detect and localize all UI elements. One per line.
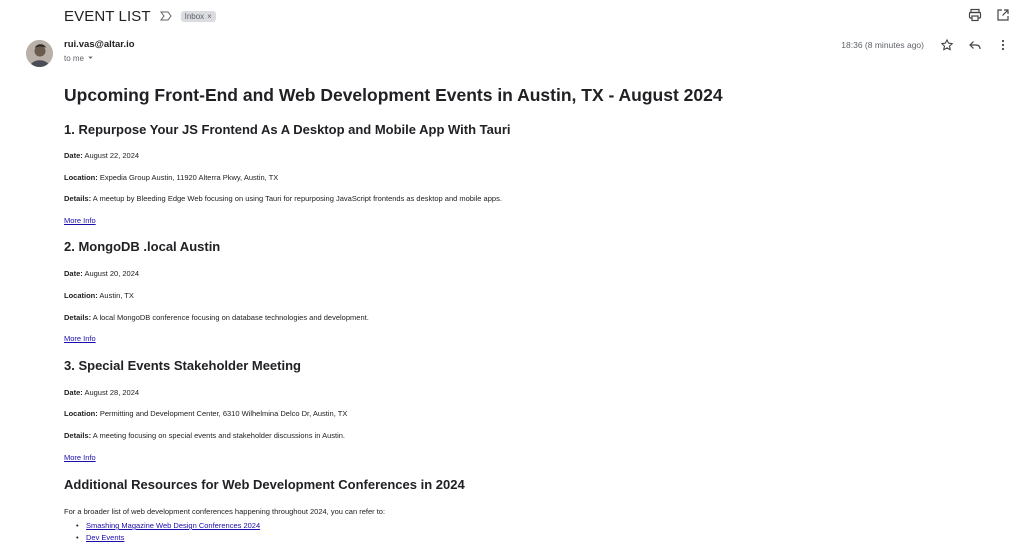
message-timestamp: 18:36 (8 minutes ago) <box>841 40 924 50</box>
message-meta: 18:36 (8 minutes ago) <box>841 38 1010 52</box>
event-heading: 2. MongoDB .local Austin <box>64 239 221 254</box>
date-label: Date: <box>64 388 83 397</box>
location-value: Austin, TX <box>99 291 134 300</box>
email-title: Upcoming Front-End and Web Development E… <box>64 85 723 105</box>
importance-marker-icon[interactable] <box>159 9 173 23</box>
details-label: Details: <box>64 431 92 440</box>
inbox-label-text: Inbox <box>184 11 205 21</box>
print-icon[interactable] <box>968 8 982 22</box>
date-label: Date: <box>64 151 83 160</box>
sender-email[interactable]: rui.vas@altar.io <box>64 39 135 50</box>
date-value: August 22, 2024 <box>84 151 140 160</box>
subject-row: EVENT LIST Inbox × <box>64 6 216 26</box>
event-details: Details: A meeting focusing on special e… <box>64 431 345 441</box>
event-date: Date: August 28, 2024 <box>64 388 139 398</box>
details-value: A local MongoDB conference focusing on d… <box>92 313 369 322</box>
more-info-link[interactable]: More Info <box>64 334 96 344</box>
details-value: A meetup by Bleeding Edge Web focusing o… <box>92 194 502 203</box>
email-body: Upcoming Front-End and Web Development E… <box>64 84 984 543</box>
recipient-details-toggle[interactable]: to me <box>64 53 95 64</box>
avatar[interactable] <box>26 40 53 67</box>
event-location: Location: Austin, TX <box>64 291 134 301</box>
location-value: Expedia Group Austin, 11920 Alterra Pkwy… <box>99 173 279 182</box>
event-location: Location: Permitting and Development Cen… <box>64 409 347 419</box>
list-item: Smashing Magazine Web Design Conferences… <box>76 521 260 531</box>
email-subject: EVENT LIST <box>64 7 151 25</box>
more-info-link[interactable]: More Info <box>64 453 96 463</box>
event-location: Location: Expedia Group Austin, 11920 Al… <box>64 173 278 183</box>
more-vert-icon[interactable] <box>996 38 1010 52</box>
event-date: Date: August 20, 2024 <box>64 269 139 279</box>
list-item: Dev Events <box>76 533 260 543</box>
location-value: Permitting and Development Center, 6310 … <box>99 409 348 418</box>
details-label: Details: <box>64 313 92 322</box>
date-label: Date: <box>64 269 83 278</box>
location-label: Location: <box>64 173 98 182</box>
remove-label-button[interactable]: × <box>207 12 212 21</box>
thread-actions <box>968 8 1010 22</box>
recipient-line: to me <box>64 54 85 63</box>
resources-heading: Additional Resources for Web Development… <box>64 477 465 492</box>
event-details: Details: A meetup by Bleeding Edge Web f… <box>64 194 502 204</box>
reply-icon[interactable] <box>968 38 982 52</box>
event-heading: 1. Repurpose Your JS Frontend As A Deskt… <box>64 122 511 137</box>
details-label: Details: <box>64 194 92 203</box>
resource-link[interactable]: Smashing Magazine Web Design Conferences… <box>86 521 260 530</box>
resource-link[interactable]: Dev Events <box>86 533 124 542</box>
inbox-label-chip[interactable]: Inbox × <box>180 10 216 22</box>
date-value: August 20, 2024 <box>84 269 140 278</box>
star-icon[interactable] <box>940 38 954 52</box>
event-date: Date: August 22, 2024 <box>64 151 139 161</box>
event-heading: 3. Special Events Stakeholder Meeting <box>64 358 301 373</box>
details-value: A meeting focusing on special events and… <box>92 431 346 440</box>
open-in-new-window-icon[interactable] <box>996 8 1010 22</box>
date-value: August 28, 2024 <box>84 388 140 397</box>
resources-intro: For a broader list of web development co… <box>64 507 386 516</box>
chevron-down-icon <box>86 53 95 64</box>
location-label: Location: <box>64 291 98 300</box>
resources-list: Smashing Magazine Web Design Conferences… <box>76 521 260 545</box>
more-info-link[interactable]: More Info <box>64 216 96 226</box>
event-details: Details: A local MongoDB conference focu… <box>64 313 369 323</box>
location-label: Location: <box>64 409 98 418</box>
